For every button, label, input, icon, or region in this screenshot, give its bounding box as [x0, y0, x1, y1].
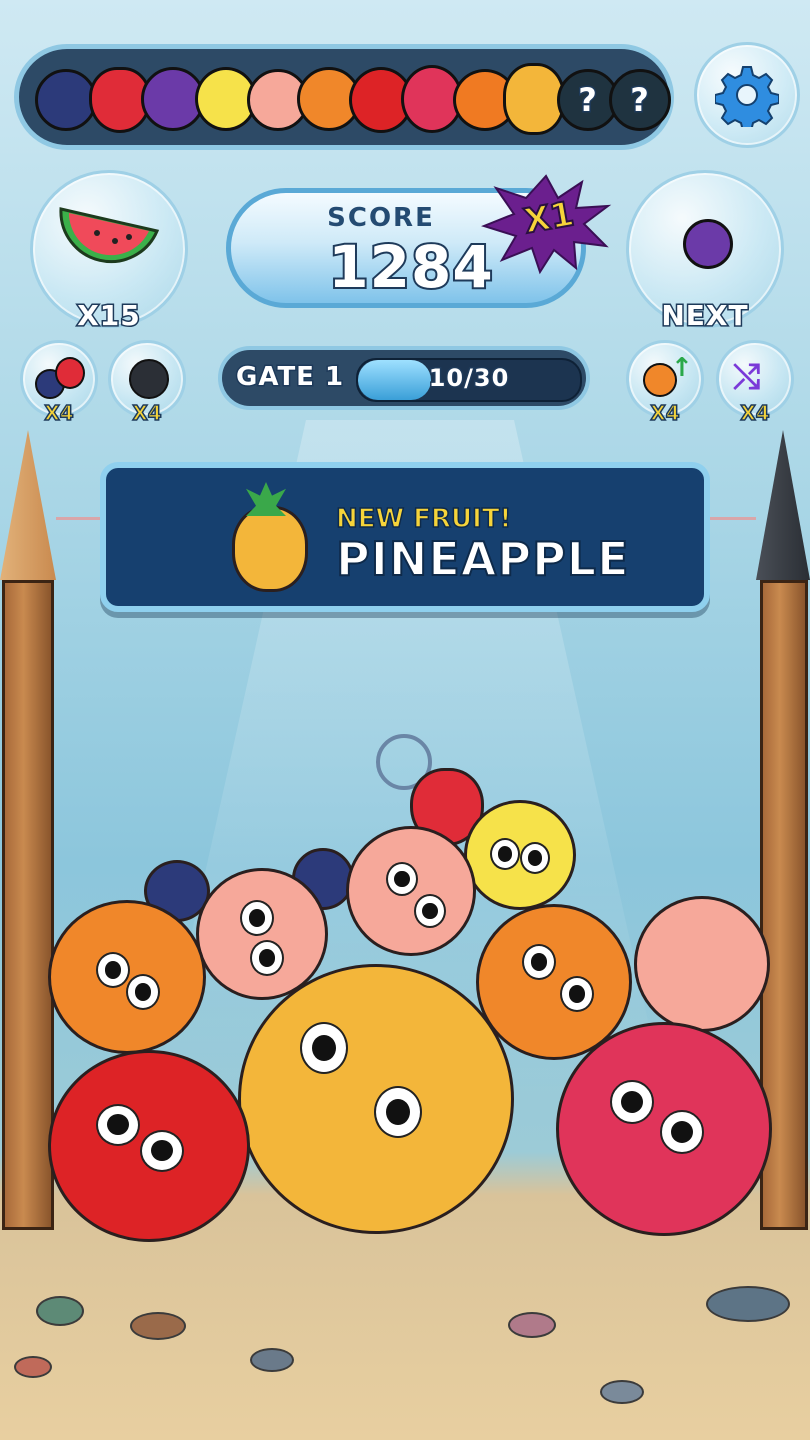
right-post-tip	[756, 430, 810, 580]
fruit-eye	[126, 974, 160, 1010]
new-fruit-banner: NEW FRUIT! PINEAPPLE	[100, 462, 710, 612]
shuffle-count: X4	[740, 400, 771, 426]
fruit-swap-tool-button[interactable]: X4	[20, 340, 98, 426]
fruit-eye	[96, 1104, 140, 1146]
fruit-evolution-bar: ? ?	[14, 44, 674, 150]
left-post-tip	[0, 430, 56, 580]
locked-fruit-slot: ?	[609, 69, 671, 131]
gate-progress-text: 10/30	[427, 363, 510, 394]
banner-title: PINEAPPLE	[335, 531, 630, 587]
pebble	[36, 1296, 84, 1326]
pebble	[508, 1312, 556, 1338]
fruit-eye	[610, 1080, 654, 1124]
bomb-tool-button[interactable]: X4	[108, 340, 186, 426]
gate-label: GATE 1	[234, 361, 345, 394]
bomb-icon	[129, 359, 169, 399]
upgrade-count: X4	[650, 400, 681, 426]
gear-icon	[715, 66, 779, 127]
fruit-eye	[374, 1086, 422, 1138]
fruit-eye	[490, 838, 520, 870]
locked-fruit-mark: ?	[577, 80, 599, 121]
pebble	[706, 1286, 790, 1322]
fruit-eye	[240, 900, 274, 936]
strawberry-icon	[55, 357, 85, 389]
pebble	[14, 1356, 52, 1378]
fruit-swap-count: X4	[44, 400, 75, 426]
shuffle-icon: ⤭	[733, 357, 761, 397]
fruit-peach	[634, 896, 770, 1032]
fruit-eye	[140, 1130, 184, 1172]
fruit-eye	[522, 944, 556, 980]
next-fruit-preview: NEXT	[626, 170, 784, 334]
settings-button[interactable]	[694, 42, 800, 148]
watermelon-slice-icon	[59, 207, 160, 264]
fruit-eye	[386, 862, 418, 896]
fruit-eye	[660, 1110, 704, 1154]
left-post	[0, 430, 56, 1230]
watermelon-powerup-button[interactable]: X15	[30, 170, 188, 334]
fruit-eye	[96, 952, 130, 988]
up-arrow-icon: ↑	[671, 353, 693, 383]
watermelon-count: X15	[76, 298, 142, 334]
fruit-eye	[520, 842, 550, 874]
bomb-count: X4	[132, 400, 163, 426]
pebble	[130, 1312, 186, 1340]
gate-progress-bar: 10/30	[356, 358, 582, 402]
fruit-eye	[414, 894, 446, 928]
shuffle-tool-button[interactable]: ⤭ X4	[716, 340, 794, 426]
left-post-body	[2, 580, 54, 1230]
pebble	[250, 1348, 294, 1372]
pineapple-crown-icon	[246, 482, 286, 516]
fruit-eye	[300, 1022, 348, 1074]
gate-progress-panel: GATE 1 10/30	[218, 346, 590, 410]
evolution-fruit-blueberry-icon	[35, 69, 97, 131]
fruit-eye	[250, 940, 284, 976]
pebble	[600, 1380, 644, 1404]
locked-fruit-mark: ?	[629, 80, 651, 121]
pineapple-icon	[232, 506, 308, 592]
upgrade-tool-button[interactable]: ↑ X4	[626, 340, 704, 426]
evolution-fruit-pineapple-icon	[503, 63, 565, 135]
fruit-eye	[560, 976, 594, 1012]
next-label: NEXT	[660, 298, 749, 334]
banner-kicker: NEW FRUIT!	[335, 503, 512, 535]
next-fruit-plum-icon	[683, 219, 733, 269]
